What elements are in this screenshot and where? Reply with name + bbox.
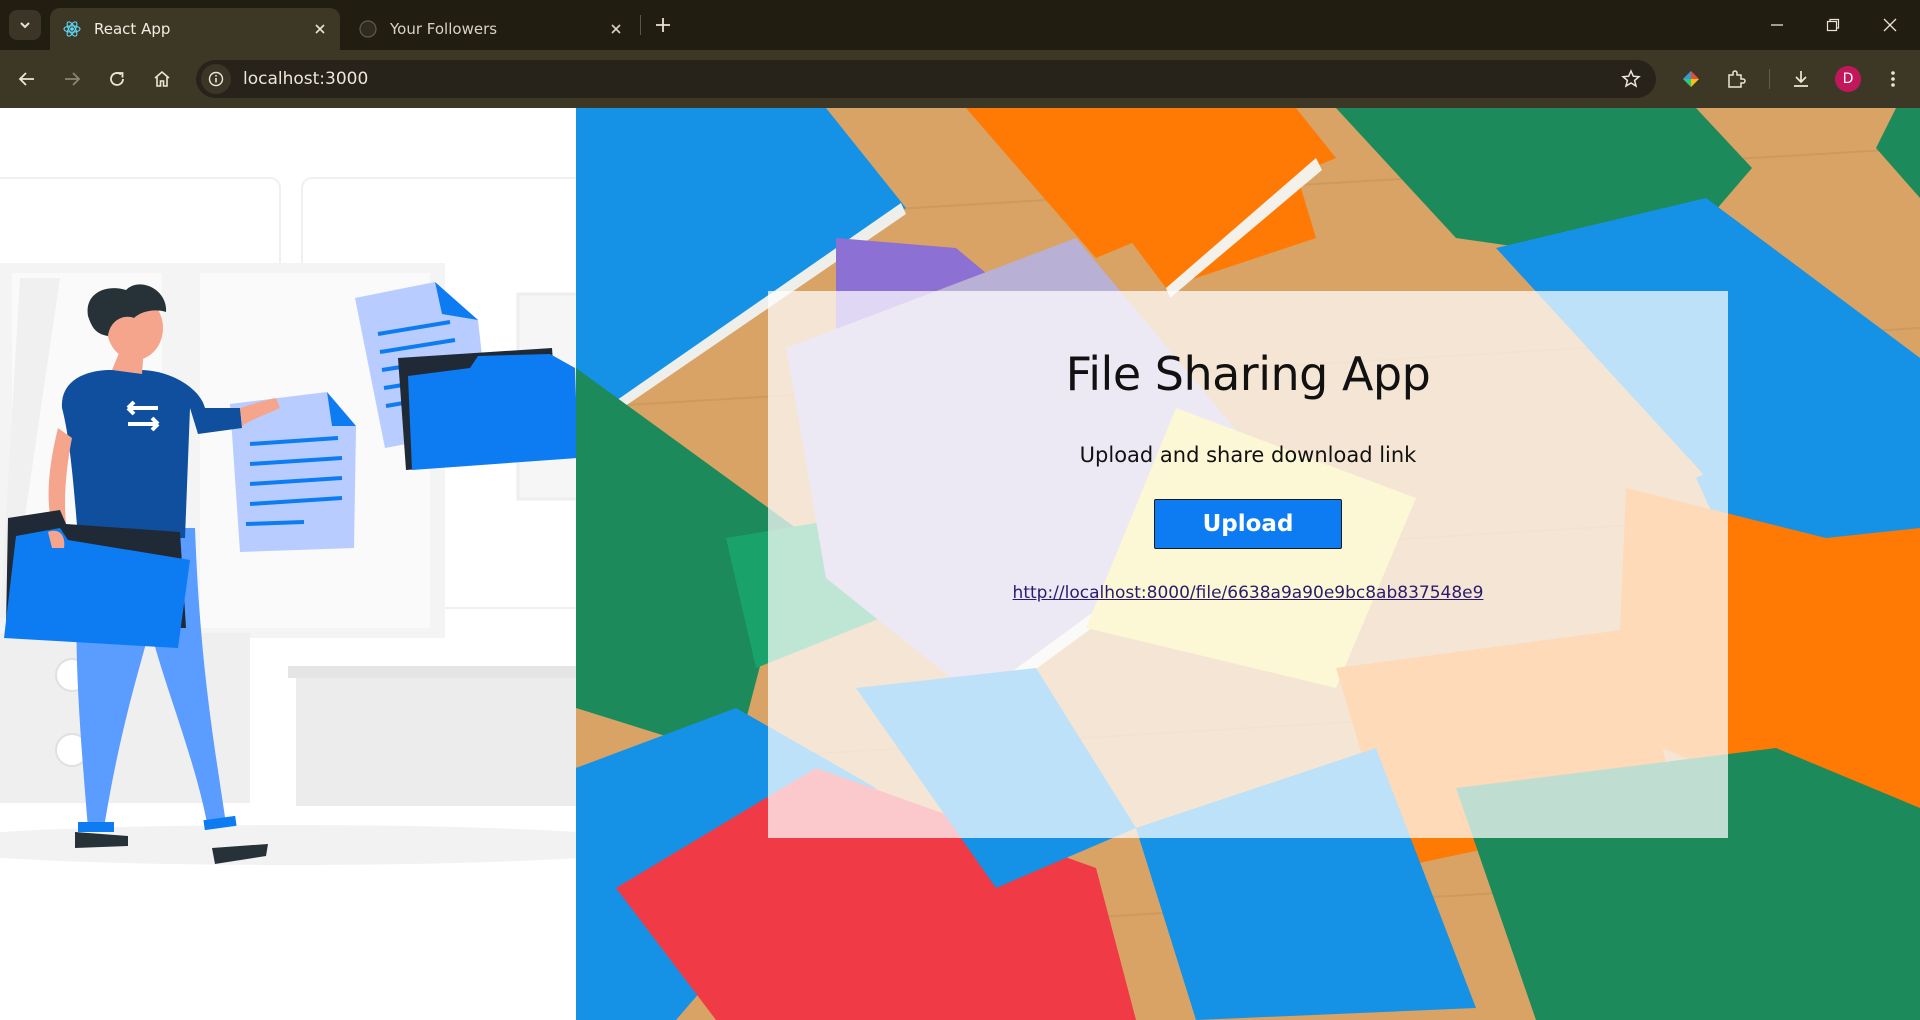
forward-button[interactable] (57, 64, 87, 94)
tab-title: Your Followers (390, 20, 498, 38)
page-subtitle: Upload and share download link (1079, 443, 1417, 467)
github-icon (358, 19, 378, 39)
close-icon (1883, 18, 1897, 32)
arrow-left-icon (18, 72, 34, 86)
upload-card: File Sharing App Upload and share downlo… (768, 291, 1728, 838)
extensions-button[interactable] (1721, 64, 1751, 94)
site-info-icon[interactable] (201, 64, 231, 94)
chevron-down-icon (20, 22, 30, 29)
tab-search-button[interactable] (9, 10, 41, 40)
minimize-button[interactable] (1764, 12, 1790, 38)
home-icon (154, 70, 170, 87)
restore-icon (1826, 18, 1840, 32)
illustration-pane (0, 108, 576, 1020)
reload-button[interactable] (102, 64, 132, 94)
browser-toolbar: localhost:3000 D (0, 50, 1920, 108)
page-content: File Sharing App Upload and share downlo… (0, 108, 1920, 1020)
tab-title: React App (94, 20, 171, 38)
address-url[interactable]: localhost:3000 (243, 69, 368, 89)
download-link[interactable]: http://localhost:8000/file/6638a9a90e9bc… (1013, 583, 1484, 603)
tab-strip: React App Your Followers (0, 0, 1920, 50)
puzzle-icon (1728, 70, 1746, 88)
color-extension-icon[interactable] (1676, 64, 1706, 94)
arrow-right-icon (65, 72, 81, 86)
close-tab-icon[interactable] (606, 19, 626, 39)
new-tab-button[interactable] (650, 12, 676, 38)
minimize-icon (1771, 24, 1783, 26)
downloads-button[interactable] (1786, 64, 1816, 94)
upload-button[interactable]: Upload (1154, 499, 1342, 549)
download-icon (1794, 71, 1808, 87)
toolbar-divider (1769, 69, 1770, 89)
address-bar[interactable]: localhost:3000 (196, 60, 1656, 98)
tab-divider (640, 15, 641, 35)
browser-menu-button[interactable] (1878, 64, 1908, 94)
bookmark-star-icon[interactable] (1616, 64, 1646, 94)
plus-icon (656, 18, 670, 32)
back-button[interactable] (12, 64, 42, 94)
page-title: File Sharing App (1065, 347, 1431, 401)
restore-button[interactable] (1820, 12, 1846, 38)
tab-your-followers[interactable]: Your Followers (346, 8, 636, 50)
file-sharing-illustration (0, 177, 576, 865)
more-vertical-icon (1891, 71, 1895, 87)
home-button[interactable] (147, 64, 177, 94)
profile-avatar[interactable]: D (1835, 66, 1861, 92)
react-icon (62, 19, 82, 39)
reload-icon (110, 72, 124, 86)
hero-background: File Sharing App Upload and share downlo… (576, 108, 1920, 1020)
tab-react-app[interactable]: React App (50, 8, 340, 50)
close-window-button[interactable] (1877, 12, 1903, 38)
close-tab-icon[interactable] (310, 19, 330, 39)
